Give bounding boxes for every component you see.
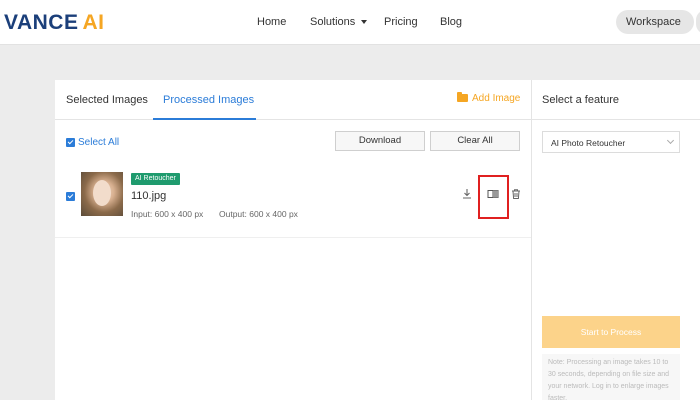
- nav-blog[interactable]: Blog: [440, 16, 462, 28]
- processing-note: Note: Processing an image takes 10 to 30…: [542, 354, 680, 400]
- output-dimensions: Output: 600 x 400 px: [219, 209, 298, 219]
- feature-badge: AI Retoucher: [131, 173, 180, 185]
- panel-divider: [532, 119, 700, 120]
- thumbnail-face: [93, 180, 111, 206]
- image-checkbox[interactable]: [66, 192, 75, 201]
- image-filename: 110.jpg: [131, 190, 167, 202]
- download-button[interactable]: Download: [335, 131, 425, 151]
- user-menu-button[interactable]: [696, 10, 700, 34]
- top-navbar: VANCE AI Home Solutions Pricing Blog Work…: [0, 0, 700, 45]
- nav-solutions[interactable]: Solutions: [310, 16, 368, 28]
- vanceai-logo[interactable]: VANCE AI: [4, 11, 104, 35]
- active-tab-indicator: [153, 118, 256, 120]
- nav-solutions-label: Solutions: [310, 16, 356, 28]
- tab-processed-images[interactable]: Processed Images: [163, 94, 254, 106]
- compare-highlight-box: [478, 175, 509, 219]
- feature-select-value: AI Photo Retoucher: [551, 138, 626, 148]
- nav-pricing[interactable]: Pricing: [384, 16, 418, 28]
- nav-home[interactable]: Home: [257, 16, 286, 28]
- feature-panel: Select a feature AI Photo Retoucher Star…: [531, 80, 700, 400]
- trash-icon[interactable]: [510, 188, 522, 200]
- workspace-button[interactable]: Workspace: [616, 10, 694, 34]
- images-card: Selected Images Processed Images Add Ima…: [55, 80, 531, 400]
- feature-select[interactable]: AI Photo Retoucher: [542, 131, 680, 153]
- chevron-down-icon: [666, 136, 675, 145]
- select-all-label[interactable]: Select All: [78, 137, 119, 148]
- tab-divider: [55, 119, 531, 120]
- folder-icon: [457, 92, 468, 102]
- add-image-button[interactable]: Add Image: [457, 92, 521, 104]
- caret-down-icon: [361, 20, 368, 25]
- select-all-checkbox[interactable]: [66, 138, 75, 147]
- start-process-button[interactable]: Start to Process: [542, 316, 680, 348]
- input-dimensions: Input: 600 x 400 px: [131, 209, 204, 219]
- clear-all-button[interactable]: Clear All: [430, 131, 520, 151]
- tab-selected-images[interactable]: Selected Images: [66, 94, 148, 106]
- panel-title: Select a feature: [542, 94, 620, 106]
- add-image-label: Add Image: [472, 93, 521, 104]
- download-icon[interactable]: [461, 188, 473, 200]
- row-divider: [55, 237, 531, 238]
- image-thumbnail[interactable]: [81, 172, 123, 216]
